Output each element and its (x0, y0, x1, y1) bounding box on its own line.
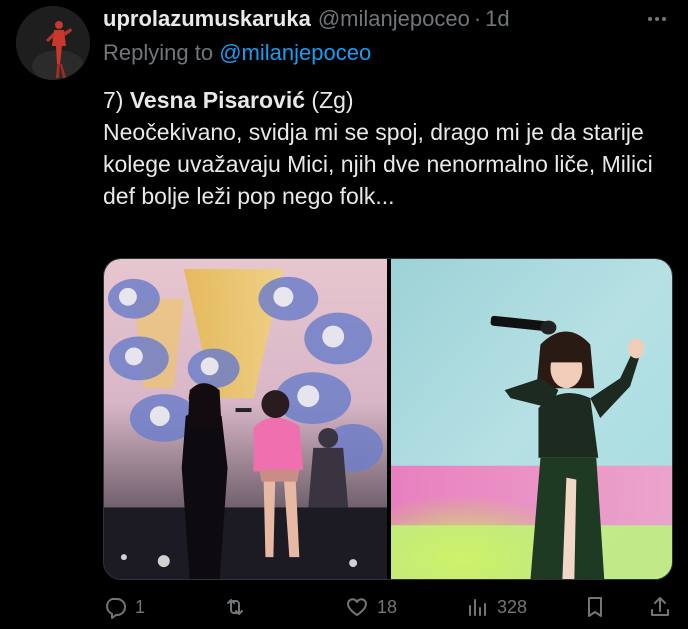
replying-to: Replying to @milanjepoceo (103, 40, 371, 66)
tweet-text: 7) Vesna Pisarović (Zg) Neočekivano, svi… (103, 84, 673, 212)
photo-duet-stage[interactable] (104, 259, 387, 579)
share-button[interactable] (648, 592, 672, 622)
views-button[interactable]: 328 (465, 592, 527, 622)
user-handle[interactable]: @milanjepoceo (318, 6, 470, 32)
views-chart-icon (465, 595, 489, 619)
like-count: 18 (377, 596, 398, 617)
heart-icon (345, 595, 369, 619)
bookmark-icon (583, 595, 607, 619)
separator-dot: · (473, 6, 482, 31)
retweet-icon (223, 595, 247, 619)
tweet-header: uprolazumuskaruka @milanjepoceo · 1d (103, 4, 672, 34)
replying-prefix: Replying to (103, 40, 214, 65)
display-name[interactable]: uprolazumuskaruka (103, 6, 311, 32)
city-suffix: (Zg) (305, 87, 354, 113)
tweet-first-line: 7) Vesna Pisarović (Zg) (103, 84, 673, 116)
reply-count: 1 (135, 596, 146, 617)
singer-name: Vesna Pisarović (129, 87, 306, 113)
share-icon (648, 595, 672, 619)
avatar[interactable] (16, 6, 90, 80)
more-horizontal-icon[interactable] (642, 6, 672, 32)
like-button[interactable]: 18 (345, 592, 397, 622)
tweet-body: Neočekivano, svidja mi se spoj, drago mi… (103, 119, 653, 209)
reply-icon (103, 595, 127, 619)
action-bar: 1 18 328 (103, 592, 672, 622)
reply-button[interactable]: 1 (103, 592, 145, 622)
photo-singer-mic[interactable] (391, 259, 672, 579)
media-grid (103, 258, 673, 580)
replying-mention-link[interactable]: @milanjepoceo (219, 40, 371, 65)
bookmark-button[interactable] (583, 592, 607, 622)
retweet-button[interactable] (223, 592, 255, 622)
views-count: 328 (497, 596, 528, 617)
tweet-time[interactable]: 1d (485, 6, 509, 32)
list-number: 7) (103, 87, 130, 113)
